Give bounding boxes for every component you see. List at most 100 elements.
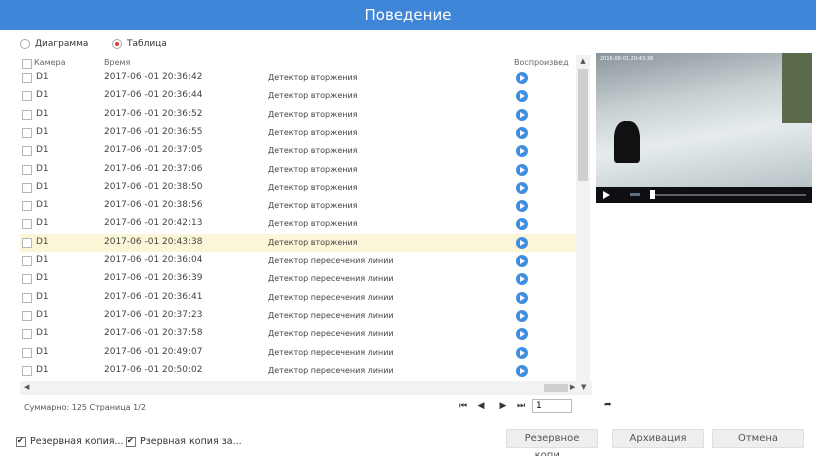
- cancel-button[interactable]: Отмена: [712, 429, 804, 448]
- row-checkbox[interactable]: [22, 329, 32, 340]
- go-page-icon[interactable]: ➦: [604, 400, 612, 410]
- table-row[interactable]: D1 2017-06 -01 20:37:58 Детектор пересечен…: [20, 325, 576, 343]
- table-row[interactable]: D1 2017-06 -01 20:49:07 Детектор пересечен…: [20, 344, 576, 362]
- row-time: 2017-06 -01 20:50:02: [104, 364, 203, 375]
- row-checkbox[interactable]: [22, 292, 32, 303]
- title-bar: Поведение: [0, 0, 816, 30]
- horizontal-scrollbar[interactable]: ◀ ▶ ▼: [20, 381, 592, 395]
- checkbox-checked-icon: [126, 436, 136, 447]
- row-time: 2017-06 -01 20:36:04: [104, 255, 203, 265]
- play-icon[interactable]: [516, 218, 528, 231]
- play-icon[interactable]: [516, 108, 528, 121]
- table-row[interactable]: D1 2017-06 -01 20:36:44 Детектор вторжения: [20, 87, 576, 105]
- play-icon[interactable]: [516, 291, 528, 304]
- row-time: 2017-06 -01 20:36:52: [104, 108, 203, 119]
- scroll-down-icon[interactable]: ▼: [581, 383, 586, 391]
- row-time: 2017-06 -01 20:36:42: [104, 72, 203, 82]
- row-event: Детектор вторжения: [268, 201, 358, 211]
- scroll-right-icon[interactable]: ▶: [570, 383, 575, 391]
- play-icon[interactable]: [516, 200, 528, 213]
- mode-diagram-radio[interactable]: Диаграмма: [20, 39, 88, 49]
- page-number-input[interactable]: [532, 399, 572, 413]
- mode-table-radio[interactable]: Таблица: [112, 39, 167, 49]
- row-event: Детектор пересечения линии: [268, 256, 394, 265]
- row-checkbox[interactable]: [22, 201, 32, 212]
- prev-page-icon[interactable]: ◀: [476, 401, 486, 411]
- next-page-icon[interactable]: ▶: [498, 401, 508, 411]
- video-progress-knob[interactable]: [650, 190, 655, 199]
- row-checkbox[interactable]: [22, 365, 32, 376]
- table-row[interactable]: D1 2017-06 -01 20:42:13 Детектор вторжения: [20, 215, 576, 233]
- header-camera: Камера: [34, 58, 66, 67]
- row-checkbox[interactable]: [22, 73, 32, 83]
- row-camera: D1: [36, 90, 49, 101]
- play-icon[interactable]: [516, 255, 528, 267]
- row-checkbox[interactable]: [22, 219, 32, 230]
- table-row[interactable]: D1 2017-06 -01 20:36:42 Детектор вторжения: [20, 69, 576, 87]
- table-row[interactable]: D1 2017-06 -01 20:37:06 Детектор вторжения: [20, 161, 576, 179]
- last-page-icon[interactable]: ⏭: [516, 401, 526, 411]
- play-icon[interactable]: [516, 364, 528, 377]
- row-time: 2017-06 -01 20:36:55: [104, 126, 203, 137]
- table-row[interactable]: D1 2017-06 -01 20:38:56 Детектор вторжения: [20, 197, 576, 215]
- scroll-left-icon[interactable]: ◀: [24, 383, 29, 391]
- video-preview[interactable]: 2016-08-01 20:43:38: [596, 53, 812, 203]
- row-checkbox[interactable]: [22, 146, 32, 157]
- table-row[interactable]: D1 2017-06 -01 20:36:41 Детектор пересечен…: [20, 289, 576, 307]
- row-time: 2017-06 -01 20:36:41: [104, 291, 203, 302]
- play-icon[interactable]: [516, 145, 528, 158]
- play-icon[interactable]: [516, 126, 528, 139]
- first-page-icon[interactable]: ⏮: [458, 401, 468, 411]
- play-icon[interactable]: [516, 328, 528, 341]
- play-icon[interactable]: [516, 90, 528, 103]
- row-camera: D1: [36, 181, 49, 192]
- row-event: Детектор вторжения: [268, 91, 358, 101]
- table-row[interactable]: D1 2017-06 -01 20:36:39 Детектор пересечен…: [20, 270, 576, 288]
- play-icon[interactable]: [516, 163, 528, 176]
- play-icon[interactable]: [516, 309, 528, 322]
- play-icon[interactable]: [516, 273, 528, 286]
- row-time: 2017-06 -01 20:38:56: [104, 200, 203, 211]
- table-row[interactable]: D1 2017-06 -01 20:38:50 Детектор вторжения: [20, 179, 576, 197]
- row-checkbox[interactable]: [22, 182, 32, 193]
- row-checkbox[interactable]: [22, 274, 32, 285]
- row-camera: D1: [36, 163, 49, 174]
- row-checkbox[interactable]: [22, 347, 32, 358]
- row-checkbox[interactable]: [22, 164, 32, 175]
- play-icon[interactable]: [516, 346, 528, 359]
- table-row[interactable]: D1 2017-06 -01 20:37:23 Детектор пересечен…: [20, 307, 576, 325]
- table-row[interactable]: D1 2017-06 -01 20:36:04 Детектор пересечен…: [20, 252, 576, 270]
- archive-button[interactable]: Архивация: [612, 429, 704, 448]
- row-camera: D1: [36, 364, 49, 375]
- backup-button[interactable]: Резервное копи...: [506, 429, 598, 456]
- play-icon[interactable]: [516, 181, 528, 194]
- table-row[interactable]: D1 2017-06 -01 20:36:55 Детектор вторжения: [20, 124, 576, 142]
- select-all-checkbox[interactable]: [22, 59, 32, 69]
- hscroll-thumb[interactable]: [544, 384, 568, 392]
- row-checkbox[interactable]: [22, 91, 32, 102]
- row-event: Детектор вторжения: [268, 237, 358, 247]
- table-row[interactable]: D1 2017-06 -01 20:43:38 Детектор вторжения: [20, 233, 576, 252]
- row-camera: D1: [36, 145, 49, 156]
- row-event: Детектор вторжения: [268, 182, 358, 192]
- play-icon[interactable]: [516, 72, 528, 84]
- row-checkbox[interactable]: [22, 127, 32, 138]
- scroll-up-icon[interactable]: ▲: [576, 55, 590, 67]
- backup-checkbox-2[interactable]: Рзервная копия за...: [126, 436, 242, 447]
- row-checkbox[interactable]: [22, 109, 32, 120]
- video-stop-icon[interactable]: [630, 193, 640, 196]
- header-playback: Воспроизвед: [514, 58, 569, 67]
- table-row[interactable]: D1 2017-06 -01 20:37:05 Детектор вторжения: [20, 142, 576, 160]
- play-icon[interactable]: [516, 236, 528, 249]
- row-checkbox[interactable]: [22, 310, 32, 321]
- row-checkbox[interactable]: [22, 256, 32, 266]
- table-row[interactable]: D1 2017-06 -01 20:50:02 Детектор пересечен…: [20, 362, 576, 380]
- backup-checkbox-1[interactable]: Резервная копия...: [16, 436, 124, 447]
- vertical-scrollbar[interactable]: ▲: [576, 55, 590, 381]
- mode-table-label: Таблица: [127, 39, 167, 49]
- video-play-icon[interactable]: [603, 191, 610, 199]
- row-checkbox[interactable]: [22, 237, 32, 248]
- video-progress-track[interactable]: [652, 194, 806, 196]
- scroll-thumb[interactable]: [578, 69, 588, 181]
- table-row[interactable]: D1 2017-06 -01 20:36:52 Детектор вторжения: [20, 106, 576, 124]
